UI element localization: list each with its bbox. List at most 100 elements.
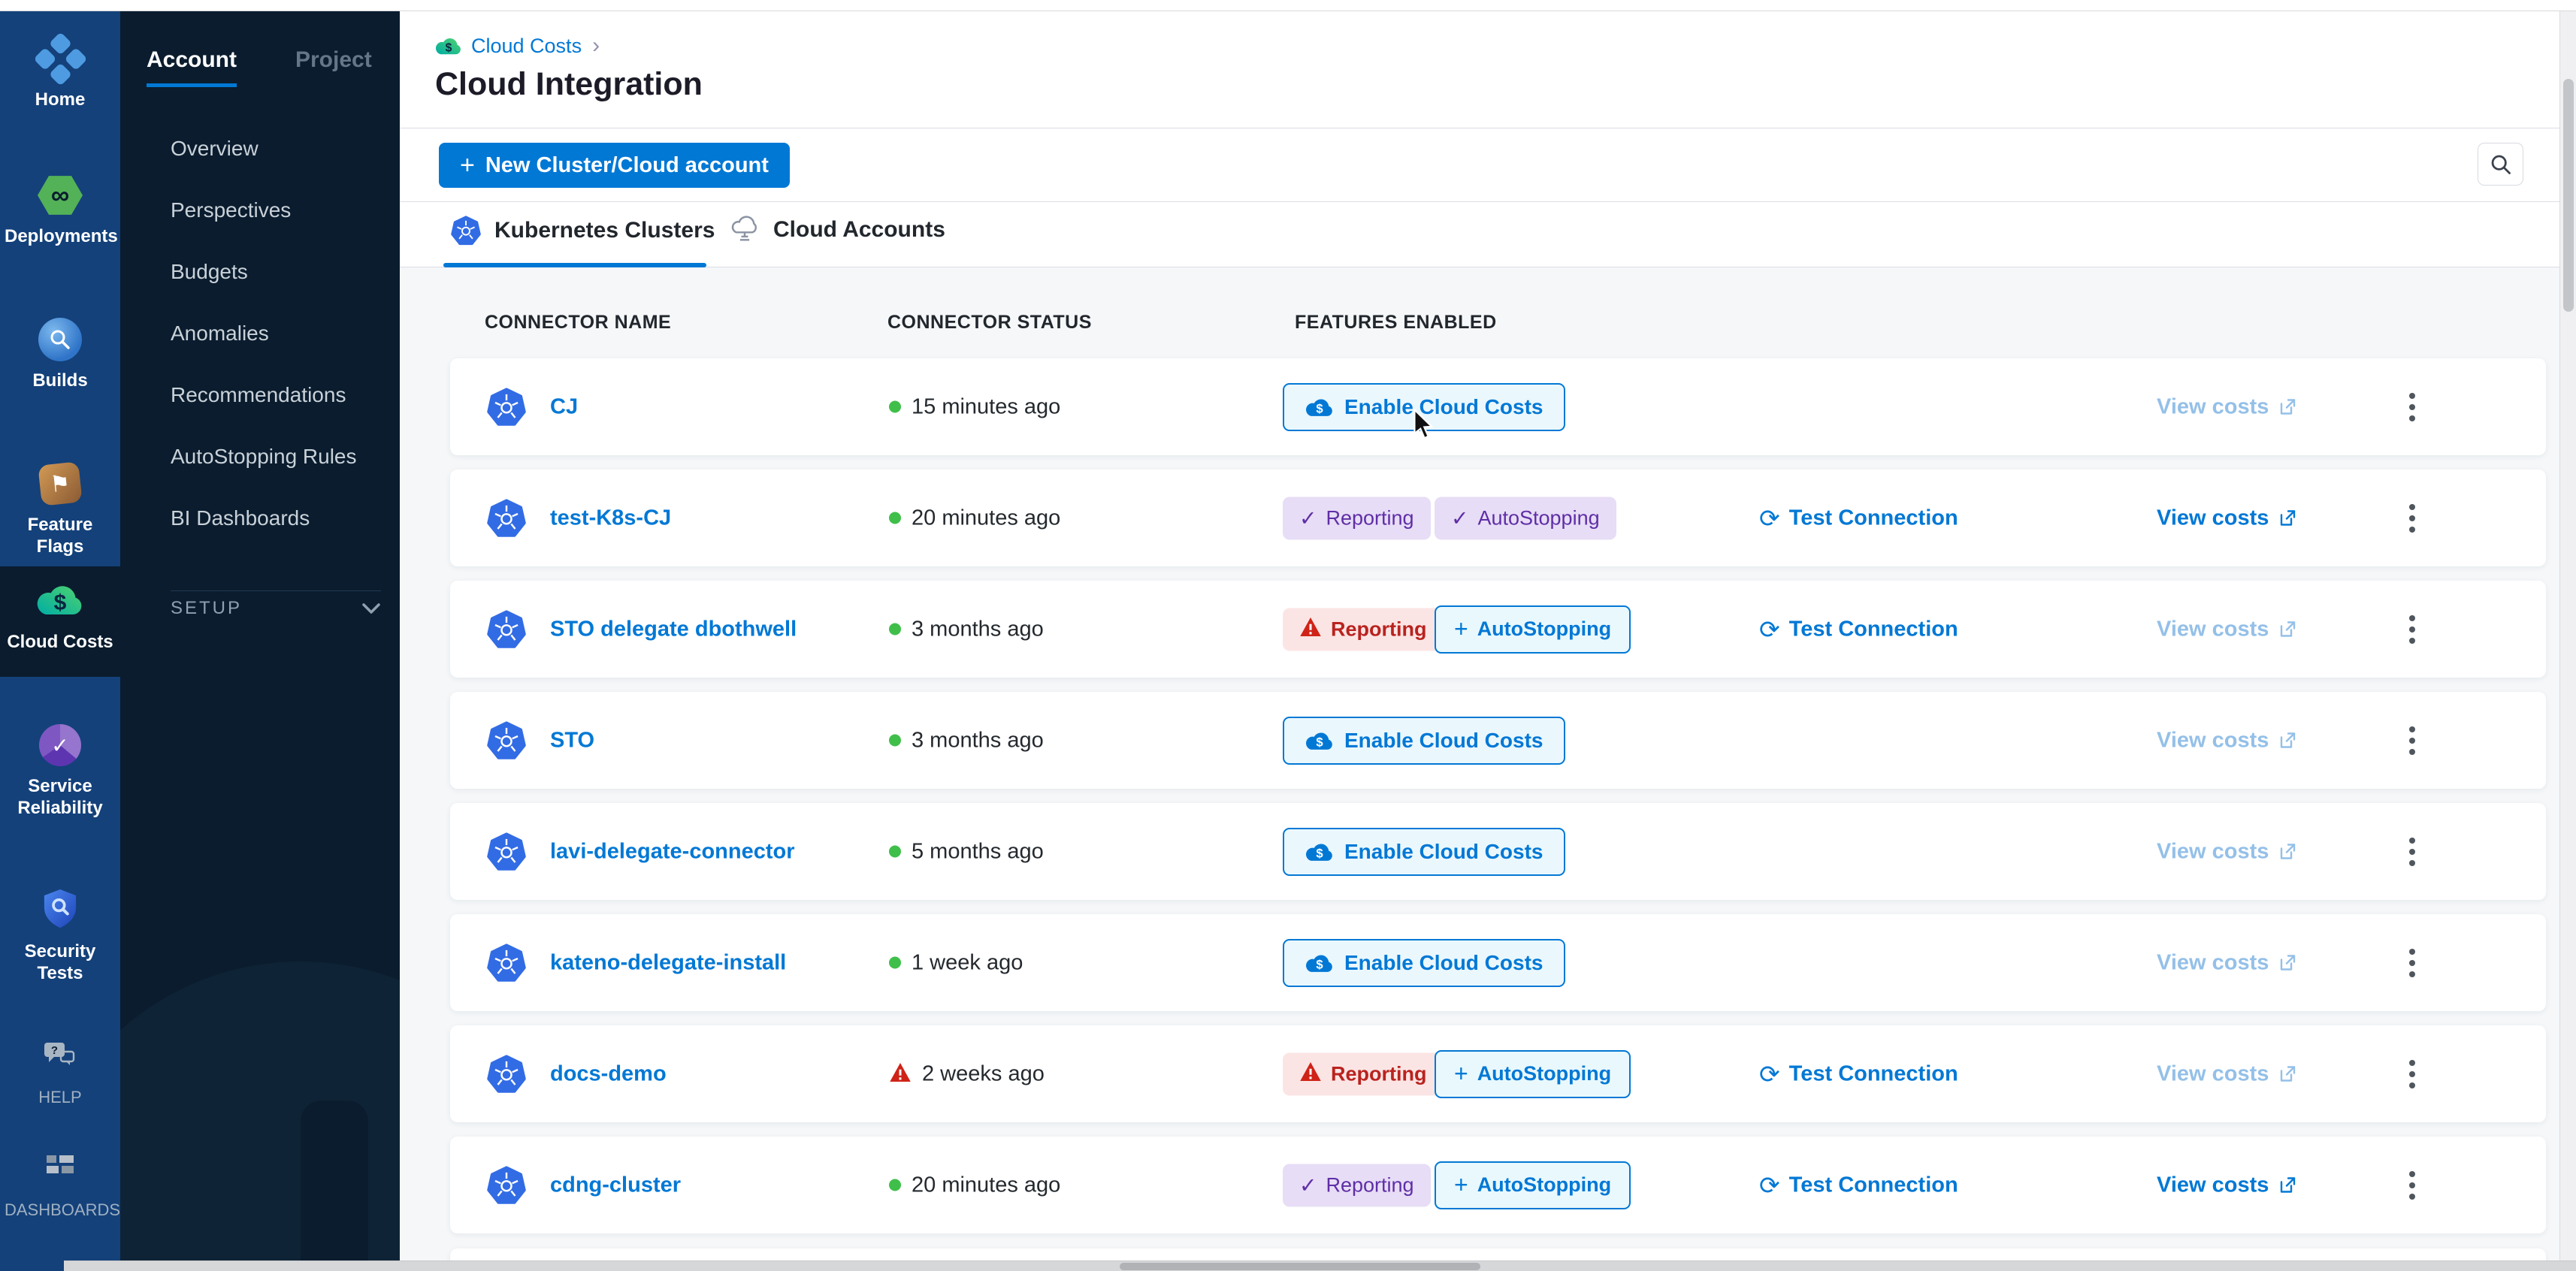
dashboards-icon	[45, 1154, 75, 1185]
connector-name-link[interactable]: kateno-delegate-install	[550, 950, 786, 975]
horizontal-scrollbar-thumb[interactable]	[1120, 1263, 1480, 1270]
sidebar-item-autostopping-rules[interactable]: AutoStopping Rules	[171, 426, 389, 488]
sidebar-item-recommendations[interactable]: Recommendations	[171, 364, 389, 426]
test-connection-link[interactable]: ⟳ Test Connection	[1759, 1170, 1958, 1200]
view-costs-link[interactable]: View costs	[2157, 1173, 2297, 1197]
test-connection-link[interactable]: ⟳ Test Connection	[1759, 614, 1958, 644]
connector-row: cdng-cluster 20 minutes ago ✓Reporting +…	[450, 1137, 2546, 1233]
enable-cloud-costs-button[interactable]: $Enable Cloud Costs	[1283, 828, 1565, 876]
row-menu-button[interactable]	[2403, 609, 2421, 650]
sidebar-item-anomalies[interactable]: Anomalies	[171, 303, 389, 364]
connector-row: kateno-delegate-install 1 week ago $Enab…	[450, 914, 2546, 1011]
feature-slot-b: +AutoStopping	[1435, 1050, 1631, 1098]
view-costs-link[interactable]: View costs	[2157, 506, 2297, 530]
tab-kubernetes-clusters[interactable]: Kubernetes Clusters	[451, 216, 715, 246]
connector-name-link[interactable]: CJ	[550, 394, 578, 419]
module-nav-item-home[interactable]: Home	[0, 35, 120, 110]
add-autostopping-button[interactable]: +AutoStopping	[1435, 605, 1631, 654]
feature-slot-a: $Enable Cloud Costs	[1283, 383, 1565, 431]
cloud-costs-icon: $	[435, 35, 462, 56]
status-ok-dot	[889, 512, 901, 524]
help-icon: ?	[43, 1040, 77, 1073]
reporting-badge-ok: ✓Reporting	[1283, 1164, 1431, 1206]
vertical-scrollbar-thumb[interactable]	[2563, 79, 2574, 312]
enable-cloud-costs-button[interactable]: $Enable Cloud Costs	[1283, 383, 1565, 431]
module-nav-item-security-tests[interactable]: Security Tests	[0, 886, 120, 984]
view-costs-label: View costs	[2157, 839, 2269, 864]
view-costs-label: View costs	[2157, 728, 2269, 753]
view-costs-link[interactable]: View costs	[2157, 839, 2297, 864]
svg-text:$: $	[446, 41, 452, 54]
connector-status: 20 minutes ago	[889, 1173, 1060, 1197]
row-menu-button[interactable]	[2403, 498, 2421, 539]
module-nav-label: Home	[0, 89, 120, 110]
sidebar-item-budgets[interactable]: Budgets	[171, 241, 389, 303]
test-connection-link[interactable]: ⟳ Test Connection	[1759, 1059, 1958, 1088]
connector-name-link[interactable]: STO delegate dbothwell	[550, 617, 797, 642]
tab-label: Kubernetes Clusters	[494, 218, 715, 243]
module-nav-item-cloud-costs[interactable]: $Cloud Costs	[0, 566, 120, 677]
test-connection-label: Test Connection	[1789, 617, 1958, 642]
status-text: 15 minutes ago	[912, 394, 1060, 419]
setup-section-toggle[interactable]: SETUP	[171, 591, 381, 626]
status-ok-dot	[889, 846, 901, 858]
view-costs-label: View costs	[2157, 617, 2269, 642]
status-ok-dot	[889, 957, 901, 969]
view-costs-link[interactable]: View costs	[2157, 617, 2297, 642]
autostopping-badge-ok: ✓AutoStopping	[1435, 497, 1616, 539]
module-nav-item-feature-flags[interactable]: ⚑Feature Flags	[0, 460, 120, 557]
module-nav-item-builds[interactable]: Builds	[0, 315, 120, 391]
status-text: 3 months ago	[912, 728, 1044, 753]
row-menu-button[interactable]	[2403, 1054, 2421, 1094]
breadcrumb-cloud-costs-link[interactable]: Cloud Costs	[471, 35, 582, 58]
tab-cloud-accounts[interactable]: Cloud Accounts	[730, 216, 945, 244]
row-menu-button[interactable]	[2403, 720, 2421, 761]
refresh-icon: ⟳	[1759, 1170, 1780, 1200]
row-menu-button[interactable]	[2403, 1165, 2421, 1206]
new-cluster-cloud-account-button[interactable]: + New Cluster/Cloud account	[439, 143, 790, 188]
enable-cloud-costs-button[interactable]: $Enable Cloud Costs	[1283, 939, 1565, 987]
connector-name-link[interactable]: test-K8s-CJ	[550, 506, 671, 530]
tab-account[interactable]: Account	[147, 47, 237, 87]
window-top-strip	[0, 0, 2576, 11]
row-menu-button[interactable]	[2403, 943, 2421, 983]
scope-tabs: Account Project	[147, 47, 387, 87]
test-connection-link[interactable]: ⟳ Test Connection	[1759, 503, 1958, 533]
connector-name-link[interactable]: STO	[550, 728, 594, 753]
cloud-accounts-icon	[730, 216, 760, 244]
module-nav-item-service-reliability[interactable]: ✓Service Reliability	[0, 721, 120, 819]
module-nav-item-help[interactable]: ?HELP	[0, 1032, 120, 1108]
view-costs-link[interactable]: View costs	[2157, 728, 2297, 753]
svg-text:$: $	[54, 590, 67, 615]
warning-icon	[1299, 616, 1322, 642]
row-menu-button[interactable]	[2403, 832, 2421, 872]
vertical-scrollbar[interactable]	[2559, 11, 2576, 1260]
enable-cloud-costs-label: Enable Cloud Costs	[1344, 729, 1543, 753]
add-autostopping-button[interactable]: +AutoStopping	[1435, 1050, 1631, 1098]
view-costs-link[interactable]: View costs	[2157, 394, 2297, 419]
row-menu-button[interactable]	[2403, 387, 2421, 427]
module-nav-item-deployments[interactable]: ∞Deployments	[0, 171, 120, 247]
sidebar-item-perspectives[interactable]: Perspectives	[171, 180, 389, 241]
connector-name-link[interactable]: docs-demo	[550, 1061, 667, 1086]
plus-icon: +	[1454, 1060, 1468, 1088]
search-button[interactable]	[2478, 143, 2523, 186]
connector-row: STO delegate dbothwell 3 months ago Repo…	[450, 581, 2546, 678]
connector-name-link[interactable]: lavi-delegate-connector	[550, 839, 795, 864]
module-nav-item-dashboards[interactable]: DASHBOARDS	[0, 1145, 120, 1221]
view-costs-link[interactable]: View costs	[2157, 1061, 2297, 1086]
horizontal-scrollbar[interactable]	[64, 1260, 2576, 1271]
plus-icon: +	[460, 151, 475, 180]
builds-icon	[38, 318, 82, 361]
enable-cloud-costs-label: Enable Cloud Costs	[1344, 840, 1543, 864]
sidebar-item-overview[interactable]: Overview	[171, 118, 389, 180]
view-costs-link[interactable]: View costs	[2157, 950, 2297, 975]
plus-icon: +	[1454, 1171, 1468, 1199]
setup-label: SETUP	[171, 598, 242, 619]
connector-name-link[interactable]: cdng-cluster	[550, 1173, 681, 1197]
enable-cloud-costs-button[interactable]: $Enable Cloud Costs	[1283, 717, 1565, 765]
tab-label: Cloud Accounts	[773, 217, 945, 243]
add-autostopping-button[interactable]: +AutoStopping	[1435, 1161, 1631, 1209]
sidebar-item-bi-dashboards[interactable]: BI Dashboards	[171, 488, 389, 549]
tab-project[interactable]: Project	[295, 47, 372, 87]
